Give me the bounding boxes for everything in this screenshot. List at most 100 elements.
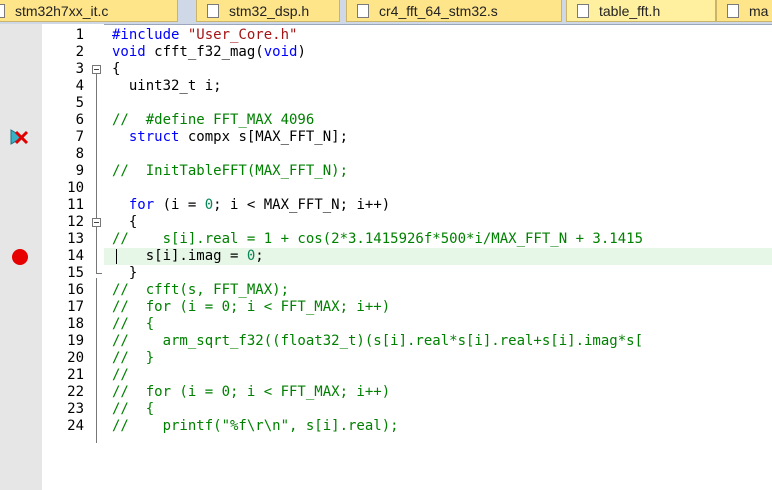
c-file-icon	[727, 3, 739, 18]
code-line[interactable]: struct compx s[MAX_FFT_N];	[112, 129, 348, 146]
code-line[interactable]: uint32_t i;	[112, 78, 222, 95]
line-number: 21	[67, 367, 84, 383]
code-token: #include	[112, 27, 188, 43]
code-line[interactable]: // arm_sqrt_f32((float32_t)(s[i].real*s[…	[112, 333, 643, 350]
collapse-block-icon[interactable]	[92, 218, 101, 227]
line-number: 16	[67, 282, 84, 298]
code-line[interactable]: // for (i = 0; i < FFT_MAX; i++)	[112, 384, 390, 401]
fold-margin[interactable]	[90, 24, 104, 490]
breakpoint-icon[interactable]	[12, 249, 28, 265]
code-token: compx s[MAX_FFT_N];	[179, 129, 349, 145]
code-token: )	[297, 44, 306, 60]
line-number: 12	[67, 214, 84, 230]
code-token: uint32_t i;	[112, 78, 222, 94]
h-file-icon	[207, 3, 219, 18]
code-line[interactable]: //	[112, 367, 129, 384]
editor-tab-bar: stm32h7xx_it.c stm32_dsp.h cr4_fft_64_st…	[0, 0, 772, 25]
line-number: 3	[75, 61, 84, 77]
code-line[interactable]: #include "User_Core.h"	[112, 27, 297, 44]
disabled-breakpoint-icon[interactable]	[10, 129, 32, 145]
text-cursor	[116, 249, 117, 264]
line-number: 15	[67, 265, 84, 281]
code-token: void	[112, 44, 146, 60]
collapse-function-icon[interactable]	[92, 65, 101, 74]
code-line[interactable]: // {	[112, 316, 154, 333]
tab-label: ma	[749, 2, 769, 19]
line-number: 6	[75, 112, 84, 128]
line-number-margin: 1 2 3 4 5 6 7 8 9 10 11 12 13 14 15 16 17 18 19 20 21 22 23 24	[42, 24, 90, 490]
code-token: s[i].imag =	[112, 248, 247, 264]
breakpoint-gutter[interactable]	[0, 24, 43, 490]
code-token: struct	[112, 129, 180, 145]
code-line[interactable]: {	[112, 61, 120, 78]
code-token: //	[112, 367, 129, 383]
code-editor[interactable]: #include "User_Core.h" void cfft_f32_mag(…	[104, 24, 772, 490]
code-line[interactable]: // {	[112, 401, 154, 418]
code-line[interactable]: // #define FFT_MAX 4096	[112, 112, 314, 129]
tab-label: table_fft.h	[599, 2, 661, 19]
code-line[interactable]: }	[112, 265, 137, 282]
line-number: 13	[67, 231, 84, 247]
code-token: ;	[255, 248, 264, 264]
line-number: 10	[67, 180, 84, 196]
code-token: "User_Core.h"	[187, 27, 298, 43]
line-number: 2	[75, 44, 84, 60]
h-file-icon	[577, 3, 589, 18]
code-token: for	[112, 197, 155, 213]
code-token: // for (i = 0; i < FFT_MAX; i++)	[112, 299, 391, 315]
code-line[interactable]: // }	[112, 350, 154, 367]
code-token: // printf("%f\r\n", s[i].real);	[112, 418, 399, 434]
line-number: 8	[75, 146, 84, 162]
code-line[interactable]: // printf("%f\r\n", s[i].real);	[112, 418, 399, 435]
code-line[interactable]: // s[i].real = 1 + cos(2*3.1415926f*500*…	[112, 231, 643, 248]
code-token: // for (i = 0; i < FFT_MAX; i++)	[112, 384, 391, 400]
code-token: void	[263, 44, 298, 60]
code-token: // arm_sqrt_f32((float32_t)(s[i].real*s[…	[112, 333, 644, 349]
code-token: }	[112, 265, 138, 281]
tab-label: stm32_dsp.h	[229, 2, 310, 19]
code-token: // InitTableFFT(MAX_FFT_N);	[112, 163, 349, 179]
tab-ma[interactable]: ma	[716, 0, 772, 22]
code-token: {	[112, 214, 138, 230]
code-line[interactable]: // for (i = 0; i < FFT_MAX; i++)	[112, 299, 390, 316]
tab-stm32h7xx-it-c[interactable]: stm32h7xx_it.c	[0, 0, 178, 22]
line-number: 4	[75, 78, 84, 94]
line-number: 5	[75, 95, 84, 111]
code-token: cfft_f32_mag(	[145, 44, 264, 60]
fold-guide	[96, 227, 97, 273]
line-number: 20	[67, 350, 84, 366]
tab-cr4-fft-64-stm32-s[interactable]: cr4_fft_64_stm32.s	[346, 0, 562, 22]
tab-table-fft-h[interactable]: table_fft.h	[566, 0, 716, 22]
code-token: // {	[112, 316, 155, 332]
c-file-icon	[0, 3, 5, 18]
code-token: // {	[112, 401, 155, 417]
line-number: 17	[67, 299, 84, 315]
code-token: 0	[204, 197, 214, 213]
fold-guide	[96, 278, 97, 443]
line-number: 22	[67, 384, 84, 400]
fold-end-marker	[96, 273, 102, 274]
line-number: 24	[67, 418, 84, 434]
code-token: // s[i].real = 1 + cos(2*3.1415926f*500*…	[112, 231, 644, 247]
code-token: // cfft(s, FFT_MAX);	[112, 282, 290, 298]
code-line[interactable]: for (i = 0; i < MAX_FFT_N; i++)	[112, 197, 390, 214]
code-line[interactable]: {	[112, 214, 137, 231]
code-token: // #define FFT_MAX 4096	[112, 112, 315, 128]
line-number: 14	[67, 248, 84, 264]
tab-stm32-dsp-h[interactable]: stm32_dsp.h	[196, 0, 340, 22]
line-number: 9	[75, 163, 84, 179]
line-number: 18	[67, 316, 84, 332]
line-number: 7	[75, 129, 84, 145]
code-line[interactable]: // cfft(s, FFT_MAX);	[112, 282, 289, 299]
code-token: (i =	[154, 197, 205, 213]
line-number: 1	[75, 27, 84, 43]
code-token: // }	[112, 350, 155, 366]
line-number: 19	[67, 333, 84, 349]
code-line[interactable]: s[i].imag = 0;	[112, 248, 264, 265]
line-number: 23	[67, 401, 84, 417]
code-line[interactable]: // InitTableFFT(MAX_FFT_N);	[112, 163, 348, 180]
tab-label: cr4_fft_64_stm32.s	[379, 2, 498, 19]
code-line[interactable]: void cfft_f32_mag(void)	[112, 44, 306, 61]
line-number: 11	[67, 197, 84, 213]
fold-guide	[96, 74, 97, 222]
